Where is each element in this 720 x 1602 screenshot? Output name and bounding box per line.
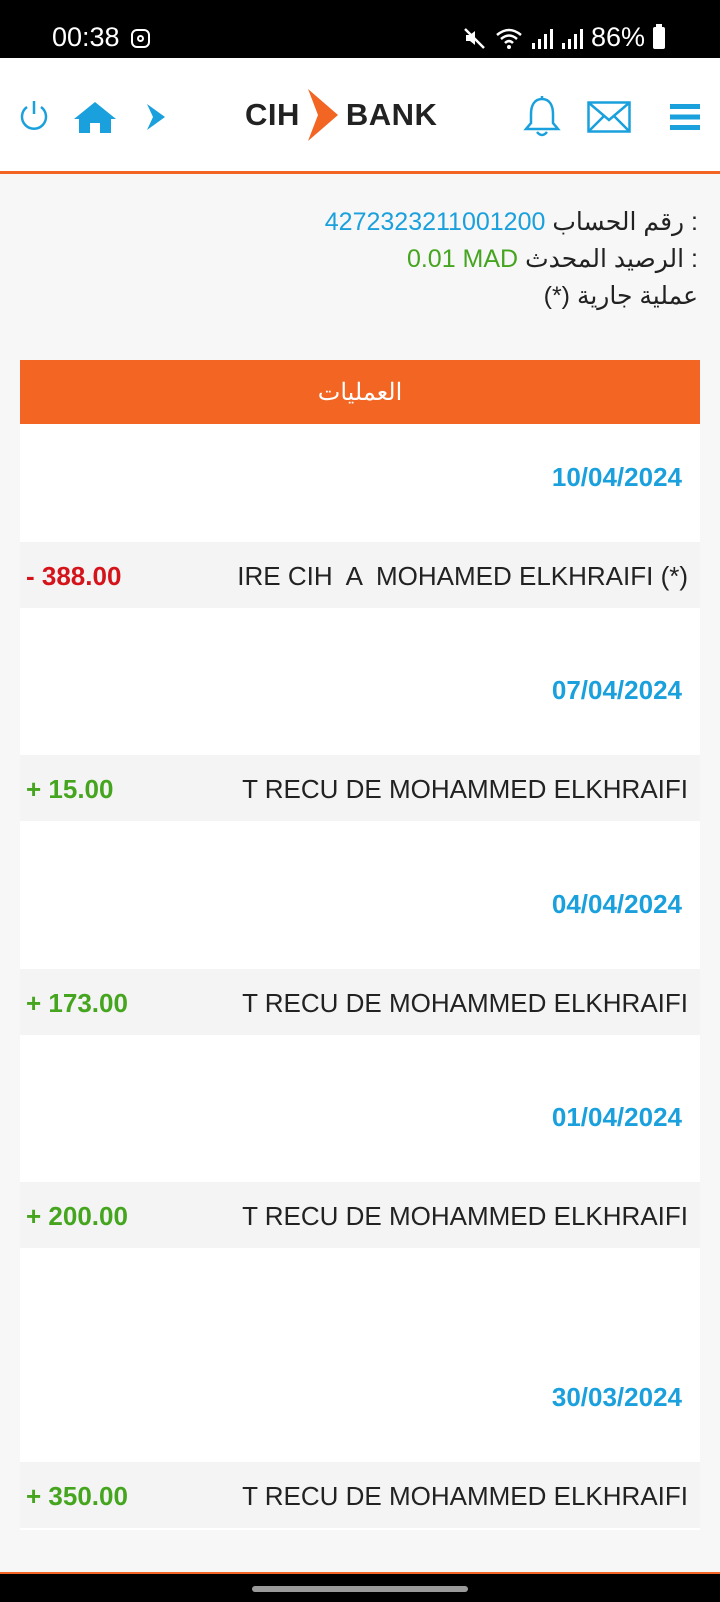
menu-icon[interactable] [670,104,700,130]
app-header: CIH BANK [0,58,720,174]
logo-text-cih: CIH [245,97,300,132]
transaction-amount: - 388.00 [26,561,122,591]
transaction-row[interactable]: - 388.00 IRE CIH A MOHAMED ELKHRAIFI (*) [20,542,700,608]
date-label: 04/04/2024 [551,889,682,919]
account-number-line: 4272323211001200 رقم الحساب : [325,204,698,241]
status-time: 00:38 [52,22,120,52]
transaction-row[interactable]: + 15.00 T RECU DE MOHAMMED ELKHRAIFI [20,755,700,821]
instagram-icon [131,29,150,48]
transaction-description: T RECU DE MOHAMMED ELKHRAIFI [242,774,688,804]
transaction-row[interactable]: + 350.00 T RECU DE MOHAMMED ELKHRAIFI [20,1462,700,1528]
cih-bank-logo: CIH BANK [245,85,437,145]
transaction-row[interactable]: + 200.00 T RECU DE MOHAMMED ELKHRAIFI [20,1182,700,1248]
mute-icon [464,27,485,49]
transaction-amount: + 350.00 [26,1481,128,1511]
pending-note: عملية جارية (*) [543,282,698,310]
operations-list: 10/04/2024 - 388.00 IRE CIH A MOHAMED EL… [20,424,700,1530]
transaction-amount: + 15.00 [26,774,114,804]
account-balance-line: 0.01 MAD الرصيد المحدث : [325,241,698,278]
transaction-description: T RECU DE MOHAMMED ELKHRAIFI [242,1481,688,1511]
transaction-description: IRE CIH A MOHAMED ELKHRAIFI (*) [237,561,688,591]
power-icon[interactable] [18,99,50,133]
date-label: 30/03/2024 [551,1382,682,1412]
account-balance: 0.01 MAD [406,245,519,273]
operations-header: العمليات [20,360,700,424]
battery-icon [653,23,665,49]
transaction-description: T RECU DE MOHAMMED ELKHRAIFI [242,1201,688,1231]
mail-icon[interactable] [587,101,631,133]
account-number-label: رقم الحساب : [552,208,698,236]
home-indicator[interactable] [252,1586,468,1592]
bell-icon[interactable] [523,96,561,138]
transaction-amount: + 200.00 [26,1201,128,1231]
battery-level: 86% [590,22,645,52]
account-number: 4272323211001200 [324,208,546,236]
logo-text-bank: BANK [345,97,438,132]
transaction-description: T RECU DE MOHAMMED ELKHRAIFI [242,988,688,1018]
status-icons: 86% [463,22,665,53]
status-bar: 00:38 86% [0,0,720,58]
wifi-icon [496,28,522,49]
account-balance-label: الرصيد المحدث : [525,245,698,273]
system-nav-bar [0,1572,720,1602]
account-info: 4272323211001200 رقم الحساب : 0.01 MAD ا… [325,204,698,315]
date-label: 07/04/2024 [551,675,682,705]
date-label: 01/04/2024 [551,1102,682,1132]
logo-arrow-icon [307,89,338,141]
forward-icon[interactable] [145,102,167,132]
transaction-amount: + 173.00 [26,988,128,1018]
date-label: 10/04/2024 [551,462,682,492]
signal-icon [561,28,583,49]
transaction-row[interactable]: + 173.00 T RECU DE MOHAMMED ELKHRAIFI [20,969,700,1035]
signal-icon [531,28,553,49]
home-icon[interactable] [72,100,118,134]
